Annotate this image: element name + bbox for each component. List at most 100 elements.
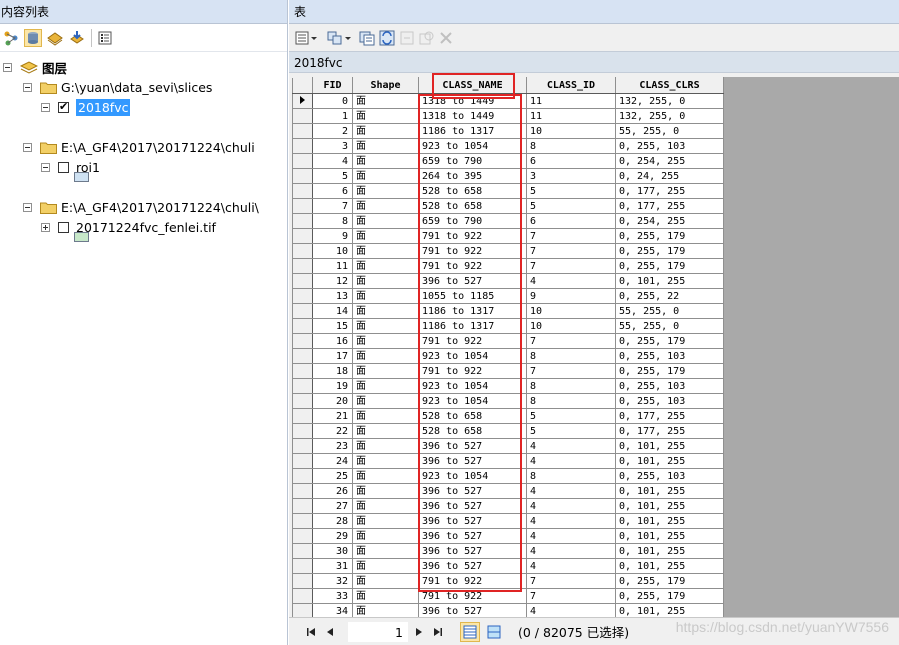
class-clrs-cell[interactable]: 0, 254, 255	[615, 153, 724, 169]
class-clrs-cell[interactable]: 0, 101, 255	[615, 438, 724, 454]
row-selector[interactable]	[292, 168, 313, 184]
table-options-menu-icon[interactable]	[295, 29, 319, 47]
shape-cell[interactable]: 面	[352, 198, 419, 214]
class-clrs-cell[interactable]: 0, 255, 103	[615, 138, 724, 154]
table-row[interactable]: 31 面 396 to 527 4 0, 101, 255	[292, 558, 724, 574]
table-row[interactable]: 1 面 1318 to 1449 11 132, 255, 0	[292, 108, 724, 124]
shape-cell[interactable]: 面	[352, 393, 419, 409]
class-clrs-cell[interactable]: 0, 101, 255	[615, 453, 724, 469]
fid-cell[interactable]: 19	[312, 378, 353, 394]
class-name-cell[interactable]: 396 to 527	[418, 498, 527, 514]
class-id-cell[interactable]: 5	[526, 183, 616, 199]
tree-group-row[interactable]: G:\yuan\data_sevi\slices	[23, 77, 212, 97]
class-id-cell[interactable]: 6	[526, 153, 616, 169]
class-id-cell[interactable]: 3	[526, 168, 616, 184]
show-selected-records-icon[interactable]	[484, 622, 504, 642]
class-id-cell[interactable]: 8	[526, 468, 616, 484]
table-row[interactable]: 20 面 923 to 1054 8 0, 255, 103	[292, 393, 724, 409]
class-name-cell[interactable]: 659 to 790	[418, 153, 527, 169]
class-name-cell[interactable]: 1186 to 1317	[418, 123, 527, 139]
class-name-cell[interactable]: 791 to 922	[418, 228, 527, 244]
table-row[interactable]: 14 面 1186 to 1317 10 55, 255, 0	[292, 303, 724, 319]
shape-cell[interactable]: 面	[352, 558, 419, 574]
row-selector[interactable]	[292, 603, 313, 617]
shape-cell[interactable]: 面	[352, 423, 419, 439]
column-header-class-clrs[interactable]: CLASS_CLRS	[615, 77, 724, 94]
collapse-toggle[interactable]	[41, 102, 50, 112]
row-selector[interactable]	[292, 423, 313, 439]
fid-cell[interactable]: 26	[312, 483, 353, 499]
layer-visibility-checkbox[interactable]	[58, 221, 69, 233]
class-clrs-cell[interactable]: 0, 255, 179	[615, 573, 724, 589]
table-row[interactable]: 26 面 396 to 527 4 0, 101, 255	[292, 483, 724, 499]
column-header-class-name[interactable]: CLASS_NAME	[418, 77, 527, 94]
layer-visibility-checkbox[interactable]	[58, 100, 69, 114]
shape-cell[interactable]: 面	[352, 93, 419, 109]
shape-cell[interactable]: 面	[352, 273, 419, 289]
class-name-cell[interactable]: 923 to 1054	[418, 378, 527, 394]
table-row[interactable]: 24 面 396 to 527 4 0, 101, 255	[292, 453, 724, 469]
row-selector[interactable]	[292, 483, 313, 499]
class-clrs-cell[interactable]: 0, 255, 103	[615, 468, 724, 484]
row-selector[interactable]	[292, 123, 313, 139]
class-name-cell[interactable]: 1186 to 1317	[418, 303, 527, 319]
class-name-cell[interactable]: 923 to 1054	[418, 348, 527, 364]
column-header-shape[interactable]: Shape	[352, 77, 419, 94]
row-selector[interactable]	[292, 138, 313, 154]
collapse-toggle[interactable]	[41, 162, 50, 172]
collapse-toggle[interactable]	[3, 62, 12, 72]
shape-cell[interactable]: 面	[352, 213, 419, 229]
row-selector[interactable]	[292, 453, 313, 469]
row-selector[interactable]	[292, 198, 313, 214]
class-id-cell[interactable]: 4	[526, 453, 616, 469]
fid-cell[interactable]: 31	[312, 558, 353, 574]
row-selector-header[interactable]	[292, 77, 313, 94]
class-id-cell[interactable]: 11	[526, 108, 616, 124]
row-selector[interactable]	[292, 558, 313, 574]
class-name-cell[interactable]: 396 to 527	[418, 528, 527, 544]
table-row[interactable]: 21 面 528 to 658 5 0, 177, 255	[292, 408, 724, 424]
list-by-source-icon[interactable]	[24, 28, 42, 47]
fid-cell[interactable]: 5	[312, 168, 353, 184]
row-selector[interactable]	[292, 528, 313, 544]
fid-cell[interactable]: 17	[312, 348, 353, 364]
fid-cell[interactable]: 7	[312, 198, 353, 214]
fid-cell[interactable]: 13	[312, 288, 353, 304]
table-row[interactable]: 11 面 791 to 922 7 0, 255, 179	[292, 258, 724, 274]
zoom-to-selected-icon[interactable]	[419, 29, 435, 47]
class-id-cell[interactable]: 10	[526, 123, 616, 139]
class-name-cell[interactable]: 1055 to 1185	[418, 288, 527, 304]
table-row[interactable]: 17 面 923 to 1054 8 0, 255, 103	[292, 348, 724, 364]
class-clrs-cell[interactable]: 0, 177, 255	[615, 183, 724, 199]
shape-cell[interactable]: 面	[352, 318, 419, 334]
class-name-cell[interactable]: 1318 to 1449	[418, 108, 527, 124]
last-record-icon[interactable]	[430, 624, 446, 640]
tree-layer-row[interactable]: roi1	[41, 157, 100, 177]
row-selector[interactable]	[292, 228, 313, 244]
table-row[interactable]: 18 面 791 to 922 7 0, 255, 179	[292, 363, 724, 379]
class-id-cell[interactable]: 7	[526, 228, 616, 244]
table-row[interactable]: 9 面 791 to 922 7 0, 255, 179	[292, 228, 724, 244]
class-clrs-cell[interactable]: 0, 101, 255	[615, 543, 724, 559]
class-id-cell[interactable]: 4	[526, 498, 616, 514]
options-icon[interactable]	[96, 29, 114, 47]
class-id-cell[interactable]: 7	[526, 243, 616, 259]
class-id-cell[interactable]: 8	[526, 393, 616, 409]
class-name-cell[interactable]: 791 to 922	[418, 363, 527, 379]
row-selector[interactable]	[292, 393, 313, 409]
class-id-cell[interactable]: 4	[526, 513, 616, 529]
class-clrs-cell[interactable]: 0, 254, 255	[615, 213, 724, 229]
table-tab-name[interactable]: 2018fvc	[289, 51, 899, 73]
class-name-cell[interactable]: 528 to 658	[418, 408, 527, 424]
class-clrs-cell[interactable]: 0, 101, 255	[615, 558, 724, 574]
class-id-cell[interactable]: 8	[526, 138, 616, 154]
collapse-toggle[interactable]	[23, 202, 32, 212]
class-name-cell[interactable]: 528 to 658	[418, 198, 527, 214]
shape-cell[interactable]: 面	[352, 588, 419, 604]
shape-cell[interactable]: 面	[352, 408, 419, 424]
row-selector[interactable]	[292, 363, 313, 379]
fid-cell[interactable]: 9	[312, 228, 353, 244]
first-record-icon[interactable]	[303, 624, 319, 640]
table-row[interactable]: 32 面 791 to 922 7 0, 255, 179	[292, 573, 724, 589]
row-selector[interactable]	[292, 93, 313, 109]
